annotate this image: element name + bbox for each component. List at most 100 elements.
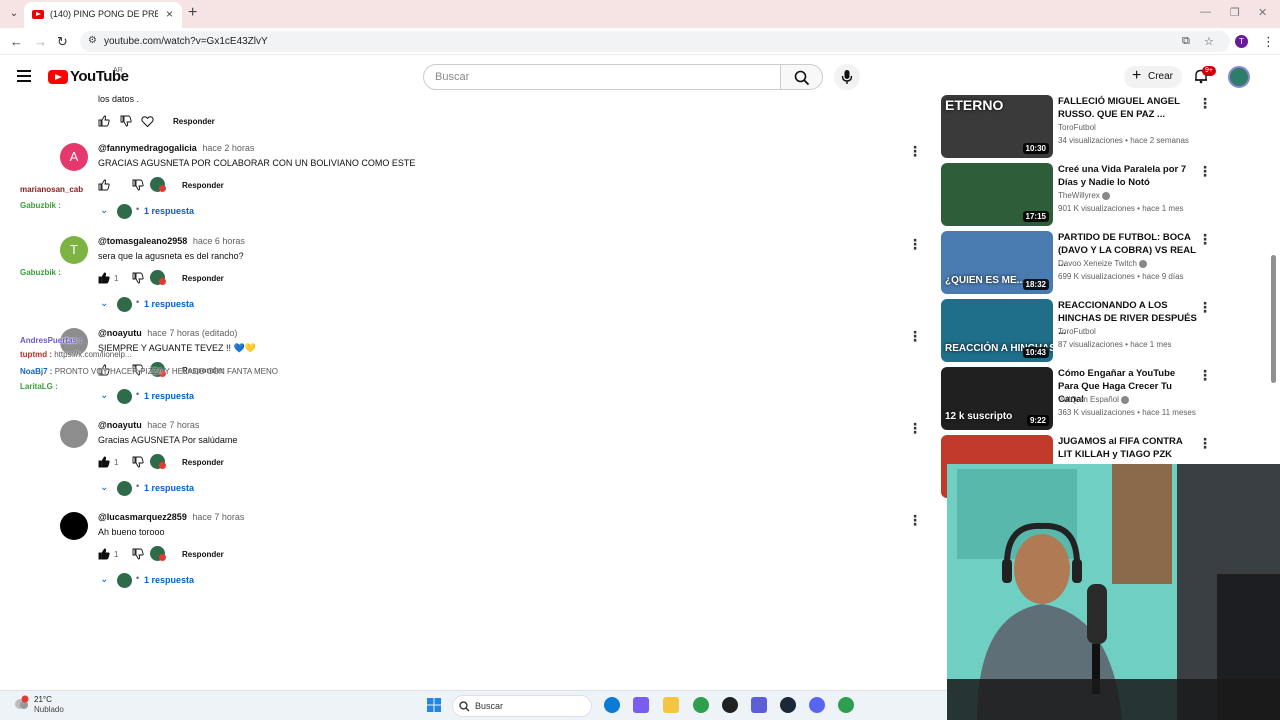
comment-time[interactable]: hace 2 horas (202, 143, 254, 153)
active-tab[interactable]: (140) PING PONG DE PREGUNTAS × (24, 2, 182, 28)
reply-button[interactable]: Responder (173, 117, 215, 126)
video-thumbnail[interactable]: 17:15 (941, 163, 1053, 226)
reply-button[interactable]: Responder (182, 274, 224, 283)
reload-icon[interactable]: ↻ (57, 34, 68, 50)
account-avatar[interactable] (1228, 66, 1250, 88)
recommended-video-card[interactable]: ¿QUIEN ES ME... 18:32 PARTIDO DE FUTBOL:… (941, 231, 1271, 295)
video-title[interactable]: FALLECIÓ MIGUEL ANGEL RUSSO. QUE EN PAZ … (1058, 95, 1198, 121)
like-icon[interactable] (98, 272, 110, 284)
comment-author[interactable]: @lucasmarquez2859 (98, 512, 187, 522)
video-more-icon[interactable]: ⋮ (1198, 231, 1212, 248)
reply-button[interactable]: Responder (182, 181, 224, 190)
weather-description[interactable]: Nublado (34, 705, 64, 714)
video-title[interactable]: JUGAMOS al FIFA CONTRA LIT KILLAH y TIAG… (1058, 435, 1198, 461)
weather-icon[interactable] (12, 695, 30, 713)
comment-more-icon[interactable]: ⋮ (908, 328, 922, 345)
dislike-icon[interactable] (132, 548, 144, 560)
dislike-icon[interactable] (132, 179, 144, 191)
heart-icon[interactable] (141, 115, 154, 128)
comment-time[interactable]: hace 7 horas (147, 420, 199, 430)
forward-icon[interactable]: → (34, 34, 47, 49)
recommended-video-card[interactable]: ETERNO 10:30 FALLECIÓ MIGUEL ANGEL RUSSO… (941, 95, 1271, 159)
chrome-icon[interactable] (693, 697, 709, 713)
video-channel[interactable]: ToroFutbol (1058, 327, 1096, 336)
obs-icon[interactable] (722, 697, 738, 713)
install-app-icon[interactable]: ⧉ (1182, 35, 1190, 48)
like-icon[interactable] (98, 548, 110, 560)
file-explorer-icon[interactable] (663, 697, 679, 713)
like-icon[interactable] (98, 456, 110, 468)
channel-name[interactable]: ToroFutbol (1058, 123, 1096, 132)
reply-button[interactable]: Responder (182, 550, 224, 559)
dislike-icon[interactable] (132, 456, 144, 468)
video-thumbnail[interactable]: REACCIÓN A HINCHAS 10:43 (941, 299, 1053, 362)
comment-author-avatar[interactable] (60, 512, 88, 540)
browser-menu-icon[interactable]: ⋮ (1262, 34, 1275, 50)
tab-search-menu-icon[interactable]: ⌄ (6, 6, 22, 22)
like-icon[interactable] (98, 179, 110, 191)
comment-author-avatar[interactable]: T (60, 236, 88, 264)
back-icon[interactable]: ← (10, 34, 23, 49)
edge-icon[interactable] (604, 697, 620, 713)
taskbar-search[interactable]: Buscar (452, 695, 592, 717)
url-text[interactable]: youtube.com/watch?v=Gx1cE43ZlvY (104, 36, 268, 47)
video-thumbnail[interactable]: ETERNO 10:30 (941, 95, 1053, 158)
comment-author-avatar[interactable] (60, 420, 88, 448)
window-close-icon[interactable]: ✕ (1258, 6, 1267, 19)
video-more-icon[interactable]: ⋮ (1198, 299, 1212, 316)
recommended-video-card[interactable]: 17:15 Creé una Vida Paralela por 7 Días … (941, 163, 1271, 227)
video-channel[interactable]: ToroFutbol (1058, 123, 1096, 132)
close-tab-icon[interactable]: × (166, 7, 173, 21)
minimize-icon[interactable]: — (1200, 6, 1211, 18)
weather-temperature[interactable]: 21°C (34, 695, 52, 704)
copilot-icon[interactable] (633, 697, 649, 713)
comment-more-icon[interactable]: ⋮ (908, 512, 922, 529)
channel-name[interactable]: TheWillyrex (1058, 191, 1100, 200)
new-tab-icon[interactable]: + (188, 4, 197, 22)
steam-icon[interactable] (780, 697, 796, 713)
dislike-icon[interactable] (132, 272, 144, 284)
chrome-profile-icon[interactable] (838, 697, 854, 713)
address-bar[interactable]: ⚙ youtube.com/watch?v=Gx1cE43ZlvY ⧉ ☆ (80, 31, 1230, 52)
page-scrollbar[interactable] (1271, 255, 1276, 383)
video-title[interactable]: Creé una Vida Paralela por 7 Días y Nadi… (1058, 163, 1198, 189)
channel-name[interactable]: Davoo Xeneize Twitch (1058, 259, 1137, 268)
reply-button[interactable]: Responder (182, 458, 224, 467)
menu-hamburger-icon[interactable] (17, 70, 31, 85)
site-info-icon[interactable]: ⚙ (88, 35, 97, 46)
create-button[interactable]: + Crear (1124, 66, 1182, 88)
comment-author-avatar[interactable]: A (60, 143, 88, 171)
like-icon[interactable] (98, 115, 110, 127)
video-more-icon[interactable]: ⋮ (1198, 95, 1212, 112)
bookmark-star-icon[interactable]: ☆ (1204, 35, 1214, 48)
video-more-icon[interactable]: ⋮ (1198, 367, 1212, 384)
video-thumbnail[interactable]: ¿QUIEN ES ME... 18:32 (941, 231, 1053, 294)
comment-author[interactable]: @noayutu (98, 328, 142, 338)
video-channel[interactable]: Davoo Xeneize Twitch (1058, 259, 1148, 268)
comment-author[interactable]: @noayutu (98, 420, 142, 430)
search-input[interactable]: Buscar (423, 64, 781, 90)
restore-icon[interactable]: ❐ (1230, 6, 1240, 19)
video-more-icon[interactable]: ⋮ (1198, 435, 1212, 452)
video-channel[interactable]: TheWillyrex (1058, 191, 1110, 200)
discord-icon[interactable] (809, 697, 825, 713)
youtube-logo-icon[interactable] (48, 70, 68, 84)
comment-author[interactable]: @fannymedragogalicia (98, 143, 197, 153)
recommended-video-card[interactable]: REACCIÓN A HINCHAS 10:43 REACCIONANDO A … (941, 299, 1271, 363)
video-more-icon[interactable]: ⋮ (1198, 163, 1212, 180)
windows-start-icon[interactable] (426, 697, 442, 713)
comment-more-icon[interactable]: ⋮ (908, 420, 922, 437)
comment-more-icon[interactable]: ⋮ (908, 143, 922, 160)
voice-search-button[interactable] (834, 64, 860, 90)
channel-name[interactable]: ToroFutbol (1058, 327, 1096, 336)
search-button[interactable] (781, 64, 823, 90)
comment-more-icon[interactable]: ⋮ (908, 236, 922, 253)
comment-author[interactable]: @tomasgaleano2958 (98, 236, 187, 246)
comment-time[interactable]: hace 7 horas (192, 512, 244, 522)
video-channel[interactable]: vidIQ en Español (1058, 395, 1129, 404)
recommended-video-card[interactable]: 12 k suscripto 9:22 Cómo Engañar a YouTu… (941, 367, 1271, 431)
dislike-icon[interactable] (120, 115, 132, 127)
comment-time[interactable]: hace 7 horas (editado) (147, 328, 237, 338)
video-thumbnail[interactable]: 12 k suscripto 9:22 (941, 367, 1053, 430)
channel-name[interactable]: vidIQ en Español (1058, 395, 1119, 404)
